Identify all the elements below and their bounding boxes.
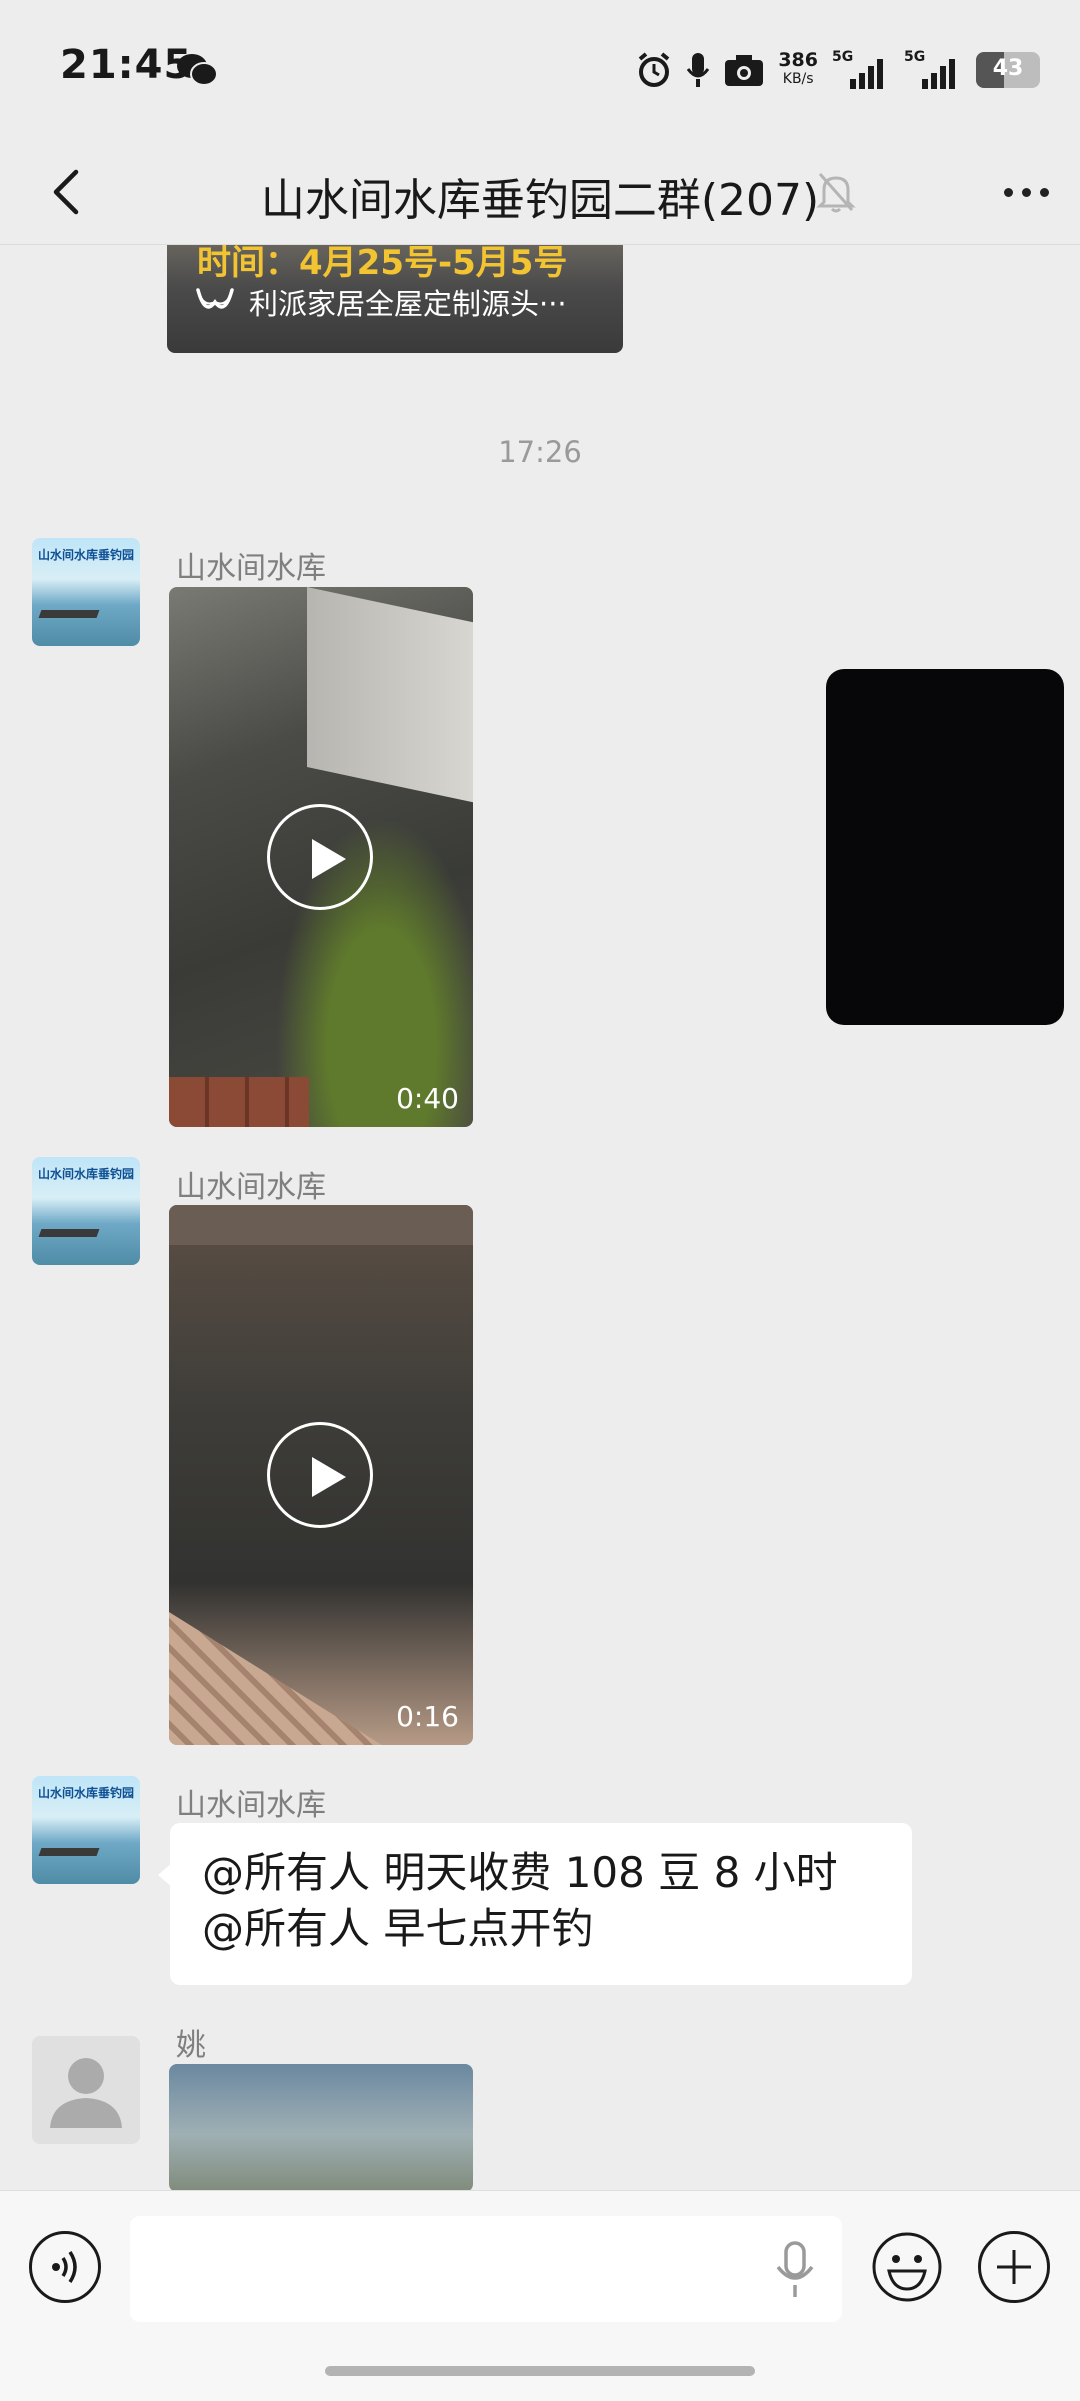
mute-bell-icon	[816, 173, 856, 213]
avatar[interactable]: 山水间水库垂钓园	[32, 1157, 140, 1265]
more-options-icon[interactable]	[998, 166, 1054, 218]
network-speed-value: 386	[778, 49, 818, 71]
microphone-status-icon	[687, 53, 710, 87]
video-message[interactable]: 0:16	[169, 1205, 473, 1745]
avatar-dock-graphic	[38, 1848, 100, 1856]
sim2-label: 5G	[904, 49, 926, 65]
shared-link-card[interactable]: 时间：4月25号-5月5号 利派家居全屋定制源头···	[167, 245, 623, 353]
video-thumbnail-rim	[169, 1205, 473, 1245]
avatar-brand-text: 山水间水库垂钓园	[37, 1786, 134, 1800]
link-card-source: 利派家居全屋定制源头···	[195, 281, 567, 323]
more-functions-button[interactable]	[978, 2231, 1050, 2303]
clock: 21:45	[60, 42, 193, 88]
sender-name: 山水间水库	[176, 1788, 326, 1823]
sender-name: 山水间水库	[176, 1170, 326, 1205]
video-thumbnail-wall	[307, 587, 473, 803]
sender-name: 山水间水库	[176, 551, 326, 586]
link-card-banner: 时间：4月25号-5月5号	[197, 245, 568, 283]
battery-icon: 43	[976, 52, 1040, 88]
microphone-icon[interactable]	[774, 2241, 816, 2299]
voice-mode-button[interactable]	[29, 2231, 101, 2303]
floating-video-window[interactable]	[826, 669, 1064, 1025]
status-bar: 21:45 386 KB/s 5G 5G 43	[0, 0, 1080, 140]
sim1-label: 5G	[832, 49, 854, 65]
video-duration: 0:16	[396, 1700, 459, 1733]
sender-name: 姚	[176, 2028, 206, 2063]
message-list[interactable]: 时间：4月25号-5月5号 利派家居全屋定制源头··· 17:26 山水间水库垂…	[0, 245, 1080, 2190]
signal-sim1: 5G	[832, 49, 890, 91]
signal-sim2: 5G	[904, 49, 962, 91]
avatar-brand-text: 山水间水库垂钓园	[37, 1167, 134, 1181]
avatar[interactable]: 山水间水库垂钓园	[32, 1776, 140, 1884]
play-icon[interactable]	[267, 804, 373, 910]
battery-level: 43	[992, 56, 1024, 81]
message-input[interactable]	[130, 2216, 842, 2322]
video-message[interactable]	[169, 2064, 473, 2190]
alarm-icon	[639, 52, 670, 87]
voice-icon	[52, 2251, 77, 2283]
camera-status-icon	[725, 55, 764, 86]
status-icons: 386 KB/s 5G 5G 43	[636, 44, 1040, 96]
message-line: @所有人 明天收费 108 豆 8 小时	[202, 1848, 838, 1897]
video-message[interactable]: 0:40	[169, 587, 473, 1127]
message-timestamp: 17:26	[498, 435, 582, 469]
home-indicator[interactable]	[325, 2366, 755, 2376]
message-line: @所有人 早七点开钓	[202, 1904, 594, 1953]
channels-icon	[196, 288, 234, 309]
avatar-dock-graphic	[38, 610, 100, 618]
avatar-brand-text: 山水间水库垂钓园	[37, 548, 134, 562]
avatar[interactable]: 山水间水库垂钓园	[32, 538, 140, 646]
network-speed-unit: KB/s	[782, 71, 814, 87]
avatar-dock-graphic	[38, 1229, 100, 1237]
network-speed: 386 KB/s	[778, 51, 818, 89]
video-duration: 0:40	[396, 1082, 459, 1115]
text-message-bubble[interactable]: @所有人 明天收费 108 豆 8 小时 @所有人 早七点开钓	[158, 1823, 912, 1985]
video-thumbnail-bricks	[169, 1077, 309, 1127]
default-user-icon	[50, 2058, 122, 2128]
chat-title: 山水间水库垂钓园二群(207)	[260, 175, 820, 226]
chat-header: 山水间水库垂钓园二群(207)	[0, 140, 1080, 245]
emoji-icon[interactable]	[871, 2231, 943, 2303]
link-card-source-text: 利派家居全屋定制源头···	[249, 287, 567, 321]
wechat-notification-icon	[177, 54, 218, 86]
avatar[interactable]	[32, 2036, 140, 2144]
play-icon[interactable]	[267, 1422, 373, 1528]
